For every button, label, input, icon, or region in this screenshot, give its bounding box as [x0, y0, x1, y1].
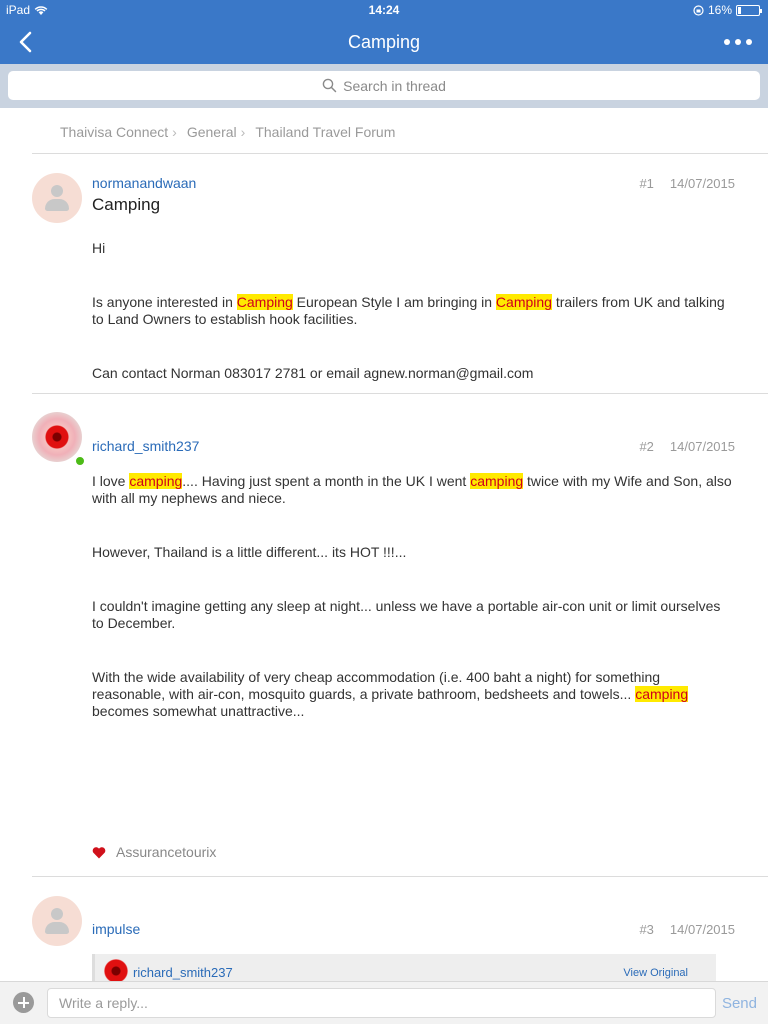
reply-input[interactable] [47, 988, 716, 1018]
liked-by-user[interactable]: Assurancetourix [116, 844, 216, 860]
search-bar-container: Search in thread [0, 64, 768, 108]
nav-bar: Camping [0, 20, 768, 64]
post-username[interactable]: normanandwaan [92, 175, 196, 191]
search-highlight: camping [470, 473, 524, 489]
breadcrumb-separator-icon: › [172, 124, 177, 140]
post-body-para: I love camping.... Having just spent a m… [92, 473, 732, 506]
like-row: Assurancetourix [92, 844, 216, 860]
battery-percent: 16% [707, 3, 732, 17]
post-body-para: With the wide availability of very cheap… [92, 669, 689, 719]
quote-block: richard_smith237 View Original [92, 954, 716, 983]
post-number: #2 [639, 439, 654, 454]
search-highlight: Camping [236, 294, 293, 310]
post-date: 14/07/2015 [669, 439, 735, 454]
send-button[interactable]: Send [722, 995, 757, 1012]
post-body-para: Hi [92, 240, 106, 256]
breadcrumb: Thaivisa Connect › General › Thailand Trav… [60, 124, 395, 140]
orientation-lock-icon [693, 4, 704, 16]
page-title: Camping [347, 32, 421, 52]
online-status-icon [75, 456, 85, 466]
status-bar: iPad 14:24 16% [0, 0, 768, 20]
post-username[interactable]: richard_smith237 [92, 438, 199, 454]
divider [32, 393, 768, 394]
post-meta: #1 14/07/2015 [639, 176, 735, 191]
post-date: 14/07/2015 [669, 176, 735, 191]
breadcrumb-item-thaivisa[interactable]: Thaivisa Connect [60, 124, 168, 140]
post-body-para: Is anyone interested in Camping European… [92, 294, 725, 327]
search-icon [322, 78, 337, 93]
post-number: #1 [639, 176, 654, 191]
post-title: Camping [92, 195, 161, 214]
battery-icon [736, 4, 762, 16]
view-original-link[interactable]: View Original [623, 967, 688, 979]
post-date: 14/07/2015 [669, 922, 735, 937]
status-time: 14:24 [368, 3, 400, 17]
search-highlight: camping [635, 686, 689, 702]
more-options-icon[interactable] [724, 32, 752, 52]
breadcrumb-item-forum[interactable]: Thailand Travel Forum [255, 124, 395, 140]
post-body-para: I couldn't imagine getting any sleep at … [92, 598, 721, 631]
avatar[interactable] [32, 896, 82, 946]
search-input[interactable]: Search in thread [8, 71, 760, 100]
breadcrumb-item-general[interactable]: General [187, 124, 237, 140]
search-highlight: camping [129, 473, 183, 489]
heart-icon[interactable] [92, 846, 106, 859]
post-meta: #2 14/07/2015 [639, 439, 735, 454]
quote-avatar [104, 959, 128, 983]
breadcrumb-separator-icon: › [240, 124, 246, 140]
post-username[interactable]: impulse [92, 921, 140, 937]
quote-username[interactable]: richard_smith237 [133, 965, 233, 980]
add-attachment-icon[interactable] [13, 992, 34, 1013]
avatar[interactable] [32, 412, 82, 462]
search-highlight: Camping [495, 294, 552, 310]
post-body-para: Can contact Norman 083017 2781 or email … [92, 365, 534, 381]
post-meta: #3 14/07/2015 [639, 922, 735, 937]
divider [32, 153, 768, 154]
post-body-para: However, Thailand is a little different.… [92, 544, 407, 560]
divider [32, 876, 768, 877]
reply-bar: Send [0, 981, 768, 1024]
search-placeholder: Search in thread [343, 77, 446, 94]
avatar[interactable] [32, 173, 82, 223]
post-number: #3 [639, 922, 654, 937]
